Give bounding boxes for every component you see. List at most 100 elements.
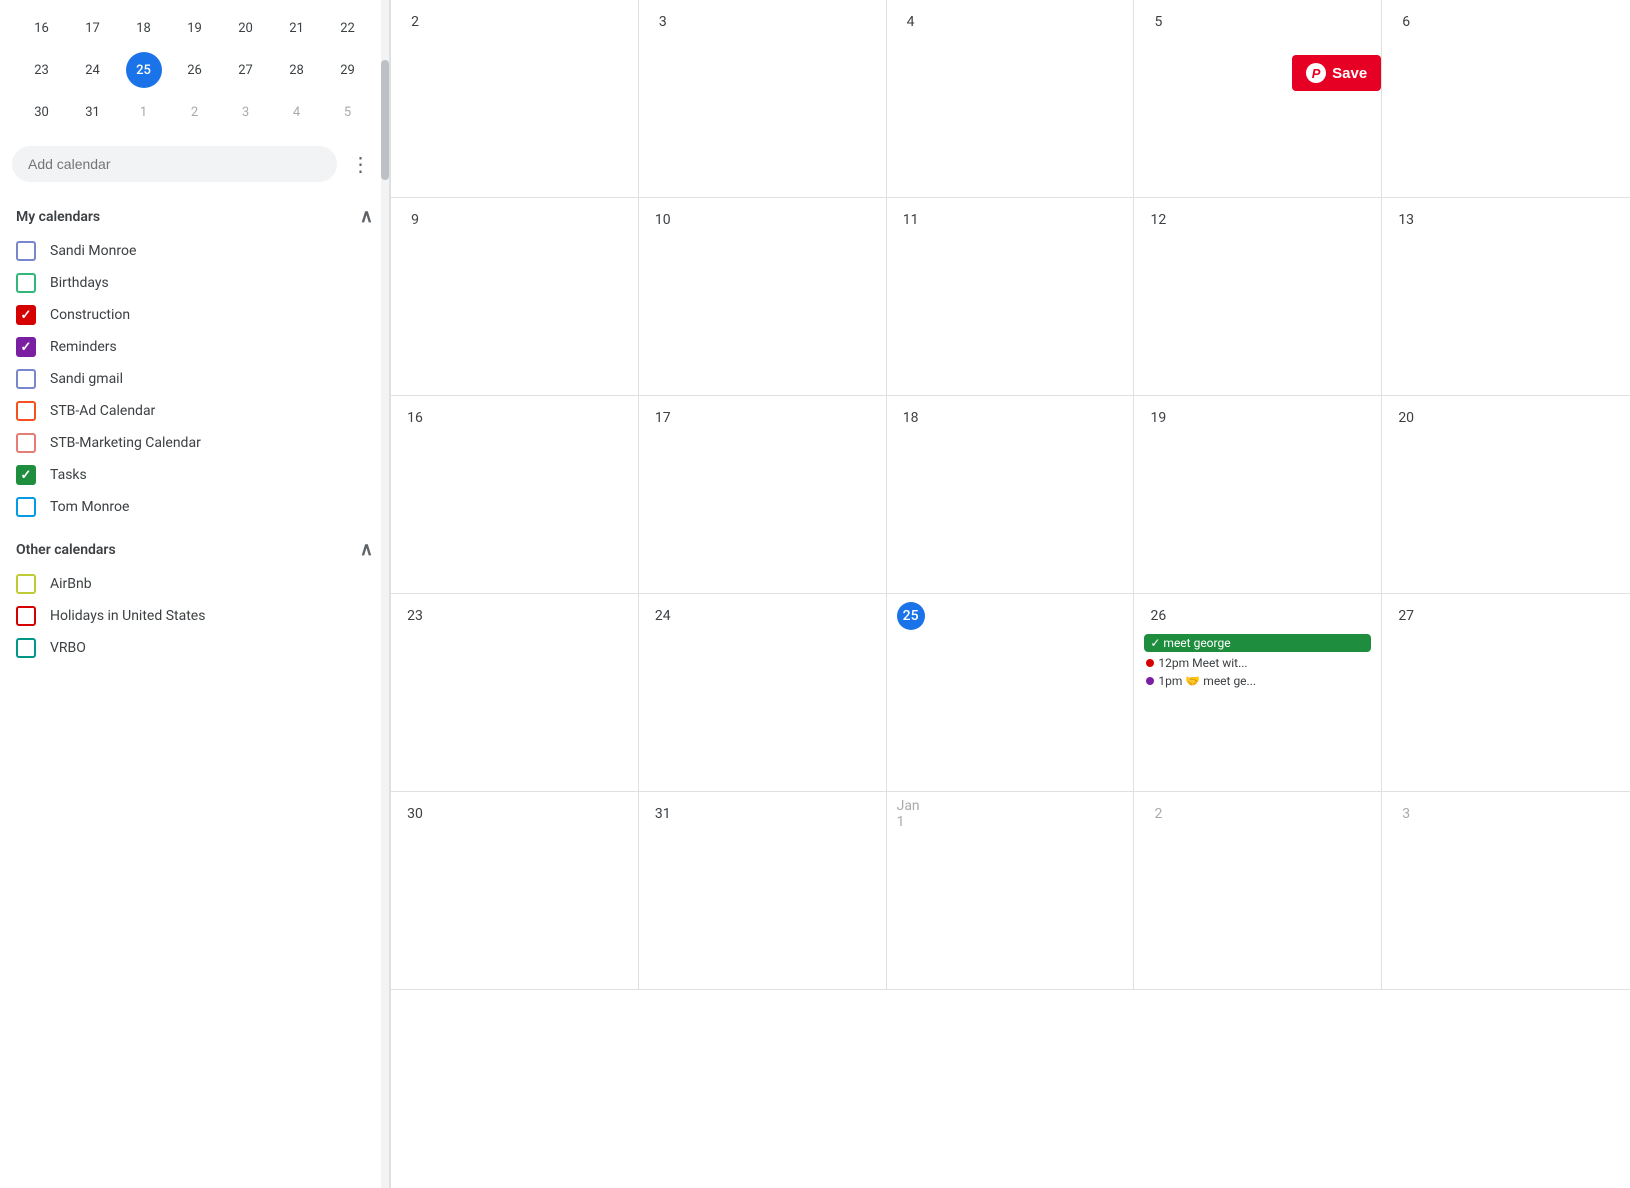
- calendar-cell[interactable]: 4: [887, 0, 1135, 198]
- mini-cal-day[interactable]: 19: [177, 10, 213, 46]
- calendar-item[interactable]: Sandi gmail: [0, 363, 389, 395]
- mini-cal-day[interactable]: 5: [330, 94, 366, 130]
- mini-cal-row: 16 17 18 19 20 21 22: [16, 10, 373, 46]
- calendar-label: AirBnb: [50, 576, 92, 592]
- calendar-cell[interactable]: 11: [887, 198, 1135, 396]
- day-number: 19: [1144, 404, 1172, 432]
- other-calendars-collapse-button[interactable]: ∧: [360, 539, 373, 560]
- sidebar: 1617181920212223242526272829303112345 ⋮ …: [0, 0, 390, 1188]
- event-chip[interactable]: ✓ meet george: [1144, 634, 1371, 652]
- calendar-cell[interactable]: 10: [639, 198, 887, 396]
- day-number: 9: [401, 206, 429, 234]
- calendar-cell[interactable]: 3: [639, 0, 887, 198]
- day-number: 27: [1392, 602, 1420, 630]
- calendar-checkbox[interactable]: [16, 401, 36, 421]
- calendar-item[interactable]: STB-Ad Calendar: [0, 395, 389, 427]
- day-number: 6: [1392, 8, 1420, 36]
- mini-cal-day[interactable]: 1: [126, 94, 162, 130]
- event-dot-row[interactable]: 12pm Meet wit...: [1144, 654, 1371, 672]
- mini-cal-day[interactable]: 28: [279, 52, 315, 88]
- pinterest-save-button[interactable]: PSave: [1292, 55, 1381, 91]
- add-calendar-input[interactable]: [12, 146, 337, 182]
- day-number: 30: [401, 800, 429, 828]
- calendar-item[interactable]: STB-Marketing Calendar: [0, 427, 389, 459]
- mini-cal-day[interactable]: 3: [228, 94, 264, 130]
- mini-cal-day[interactable]: 27: [228, 52, 264, 88]
- mini-cal-day[interactable]: 21: [279, 10, 315, 46]
- mini-calendar: 1617181920212223242526272829303112345: [0, 0, 389, 130]
- calendar-cell[interactable]: 12: [1134, 198, 1382, 396]
- event-dot-row[interactable]: 1pm 🤝 meet ge...: [1144, 672, 1371, 690]
- calendar-checkbox[interactable]: [16, 369, 36, 389]
- calendar-label: VRBO: [50, 640, 86, 656]
- mini-cal-row: 23 24 25 26 27 28 29: [16, 52, 373, 88]
- calendar-item[interactable]: VRBO: [0, 632, 389, 664]
- calendar-item[interactable]: Tom Monroe: [0, 491, 389, 523]
- calendar-cell[interactable]: 26✓ meet george12pm Meet wit...1pm 🤝 mee…: [1134, 594, 1382, 792]
- calendar-label: Tom Monroe: [50, 499, 129, 515]
- mini-cal-day[interactable]: 17: [75, 10, 111, 46]
- calendar-cell[interactable]: 2: [1134, 792, 1382, 990]
- calendar-cell[interactable]: 2: [391, 0, 639, 198]
- calendar-item[interactable]: Holidays in United States: [0, 600, 389, 632]
- calendar-cell[interactable]: 5PSave: [1134, 0, 1382, 198]
- scrollbar-thumb[interactable]: [381, 60, 389, 180]
- calendar-item[interactable]: AirBnb: [0, 568, 389, 600]
- calendar-cell[interactable]: 17: [639, 396, 887, 594]
- calendar-checkbox[interactable]: [16, 574, 36, 594]
- other-calendars-list: AirBnb Holidays in United States VRBO: [0, 568, 389, 664]
- mini-cal-day[interactable]: 23: [24, 52, 60, 88]
- calendar-cell[interactable]: 23: [391, 594, 639, 792]
- mini-cal-day[interactable]: 18: [126, 10, 162, 46]
- calendar-label: Sandi gmail: [50, 371, 123, 387]
- mini-cal-day[interactable]: 26: [177, 52, 213, 88]
- calendar-cell[interactable]: 19: [1134, 396, 1382, 594]
- my-calendars-list: Sandi MonroeBirthdays✓Construction✓Remin…: [0, 235, 389, 523]
- mini-cal-day[interactable]: 31: [75, 94, 111, 130]
- calendar-cell[interactable]: 6: [1382, 0, 1630, 198]
- mini-cal-day[interactable]: 29: [330, 52, 366, 88]
- calendar-item[interactable]: Sandi Monroe: [0, 235, 389, 267]
- calendar-checkbox[interactable]: ✓: [16, 337, 36, 357]
- calendar-checkbox[interactable]: [16, 433, 36, 453]
- calendar-grid: 2345PSave6910111213161718192023242526✓ m…: [390, 0, 1630, 1188]
- calendar-checkbox[interactable]: [16, 606, 36, 626]
- calendar-cell[interactable]: Jan 1: [887, 792, 1135, 990]
- calendar-cell[interactable]: 18: [887, 396, 1135, 594]
- calendar-cell[interactable]: 25: [887, 594, 1135, 792]
- calendar-item[interactable]: Birthdays: [0, 267, 389, 299]
- mini-cal-day[interactable]: 22: [330, 10, 366, 46]
- mini-cal-day[interactable]: 20: [228, 10, 264, 46]
- calendar-item[interactable]: ✓Construction: [0, 299, 389, 331]
- mini-cal-day[interactable]: 25: [126, 52, 162, 88]
- calendar-checkbox[interactable]: [16, 638, 36, 658]
- day-number: 24: [649, 602, 677, 630]
- calendar-item[interactable]: ✓Tasks: [0, 459, 389, 491]
- day-number: 25: [897, 602, 925, 630]
- calendar-checkbox[interactable]: ✓: [16, 465, 36, 485]
- my-calendars-collapse-button[interactable]: ∧: [360, 206, 373, 227]
- mini-cal-day[interactable]: 16: [24, 10, 60, 46]
- mini-cal-day[interactable]: 2: [177, 94, 213, 130]
- calendar-item[interactable]: ✓Reminders: [0, 331, 389, 363]
- calendar-cell[interactable]: 27: [1382, 594, 1630, 792]
- calendar-cell[interactable]: 31: [639, 792, 887, 990]
- more-options-button[interactable]: ⋮: [345, 148, 377, 180]
- mini-cal-day[interactable]: 30: [24, 94, 60, 130]
- calendar-cell[interactable]: 9: [391, 198, 639, 396]
- main-calendar: 2345PSave6910111213161718192023242526✓ m…: [390, 0, 1630, 1188]
- mini-cal-day[interactable]: 4: [279, 94, 315, 130]
- calendar-checkbox[interactable]: [16, 241, 36, 261]
- calendar-cell[interactable]: 30: [391, 792, 639, 990]
- calendar-cell[interactable]: 16: [391, 396, 639, 594]
- mini-cal-day[interactable]: 24: [75, 52, 111, 88]
- calendar-cell[interactable]: 3: [1382, 792, 1630, 990]
- calendar-checkbox[interactable]: [16, 273, 36, 293]
- calendar-checkbox[interactable]: [16, 497, 36, 517]
- calendar-cell[interactable]: 24: [639, 594, 887, 792]
- calendar-checkbox[interactable]: ✓: [16, 305, 36, 325]
- event-label: 1pm 🤝 meet ge...: [1158, 674, 1256, 688]
- calendar-cell[interactable]: 13: [1382, 198, 1630, 396]
- calendar-cell[interactable]: 20: [1382, 396, 1630, 594]
- day-number: 11: [897, 206, 925, 234]
